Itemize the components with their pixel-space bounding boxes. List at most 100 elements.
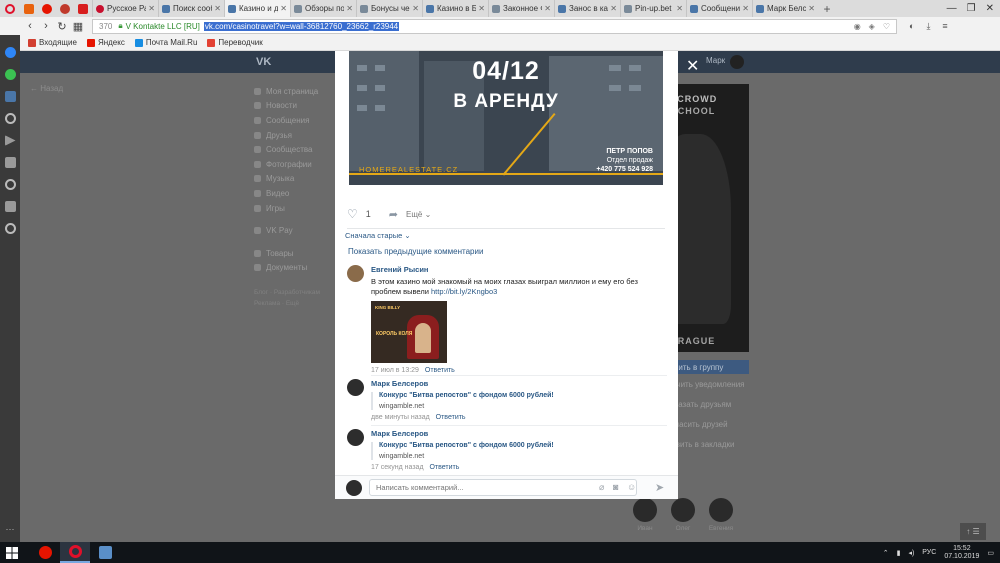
menu-icon[interactable]: ≡ (942, 21, 947, 32)
bookmark-heart-icon[interactable]: ♡ (883, 22, 890, 31)
url-text[interactable]: vk.com/casinotravel?w=wall-36812760_2366… (203, 21, 400, 31)
header-user-name[interactable]: Марк (706, 56, 725, 65)
bookmark-item[interactable]: Входящие (28, 38, 77, 47)
opera-taskbar-icon[interactable] (60, 542, 90, 563)
comment-time[interactable]: 17 июл в 13:29 (371, 367, 419, 374)
comment-author[interactable]: Марк Белсеров (371, 429, 661, 438)
sidebar-item[interactable]: Игры (254, 201, 320, 216)
close-tab-icon[interactable]: ✕ (148, 4, 155, 13)
close-tab-icon[interactable]: ✕ (808, 4, 815, 13)
back-icon[interactable]: ‹ (22, 20, 38, 32)
sidebar-item[interactable]: VK Pay (254, 223, 320, 238)
avatar[interactable] (347, 379, 364, 396)
input-language[interactable]: РУС (922, 549, 936, 556)
notifications-icon[interactable]: ▭ (987, 549, 994, 557)
sidebar-item[interactable]: Друзья (254, 128, 320, 143)
volume-icon[interactable]: ◂) (908, 549, 914, 557)
messenger-icon[interactable] (4, 47, 16, 58)
show-previous-comments-link[interactable]: Показать предыдущие комментарии (348, 247, 483, 256)
sidebar-item[interactable]: Моя страница (254, 84, 320, 99)
browser-tab[interactable]: Занос в казино✕ (554, 0, 620, 17)
attach-icon[interactable]: ⌀ (599, 482, 604, 493)
close-tab-icon[interactable]: ✕ (412, 4, 419, 13)
snippet-title[interactable]: Конкурс "Битва репостов" с фондом 6000 р… (379, 392, 661, 399)
browser-tab[interactable]: Поиск сообщений✕ (158, 0, 224, 17)
camera-icon[interactable]: ◉ (854, 22, 861, 31)
bookmark-item[interactable]: Почта Mail.Ru (134, 38, 197, 47)
close-window-icon[interactable]: ✕ (986, 3, 994, 14)
speed-dial-icon[interactable] (4, 157, 16, 168)
comment-time[interactable]: две минуты назад (371, 414, 430, 421)
vpn-icon[interactable]: ◐ (909, 21, 914, 32)
avatar[interactable] (347, 429, 364, 446)
opera-menu-icon[interactable] (0, 0, 20, 17)
browser-tab[interactable]: Pin-up.bet Pin-up✕ (620, 0, 686, 17)
comment-author[interactable]: Евгений Рысин (371, 265, 661, 274)
more-icon[interactable]: ··· (6, 524, 15, 534)
browser-tab[interactable]: Русское Радио✕ (92, 0, 158, 17)
news-icon[interactable] (4, 201, 16, 212)
like-icon[interactable]: ♡ (347, 207, 358, 221)
browser-tab[interactable]: Марк Белсеров✕ (752, 0, 818, 17)
bookmark-item[interactable]: Переводчик (207, 38, 263, 47)
sidebar-item[interactable]: Музыка (254, 172, 320, 187)
browser-tab[interactable]: Законное Фото✕ (488, 0, 554, 17)
emoji-icon[interactable]: ☺ (627, 482, 636, 492)
avatar[interactable] (347, 265, 364, 282)
heart-icon[interactable] (4, 179, 16, 190)
sidebar-item[interactable]: Сообщества (254, 142, 320, 157)
comment-link[interactable]: http://bit.ly/2Kngbo3 (431, 287, 497, 296)
back-link[interactable]: ← Назад (30, 84, 63, 93)
yandex-browser-icon[interactable] (30, 542, 60, 563)
sort-comments-dropdown[interactable]: Сначала старые ⌄ (345, 231, 411, 240)
new-tab-button[interactable]: + (818, 2, 836, 16)
snippet-title[interactable]: Конкурс "Битва репостов" с фондом 6000 р… (379, 442, 661, 449)
comment-time[interactable]: 17 секунд назад (371, 464, 424, 471)
pinned-tab-gift[interactable] (56, 0, 74, 17)
comment-image[interactable]: KING BILLY КОРОЛЬ КОЛЯ (371, 301, 447, 363)
repost-snippet[interactable]: Конкурс "Битва репостов" с фондом 6000 р… (371, 392, 661, 410)
sidebar-item[interactable]: Фотографии (254, 157, 320, 172)
close-modal-icon[interactable]: ✕ (686, 59, 699, 75)
friend-item[interactable]: Иван (632, 498, 658, 532)
shield-icon[interactable]: ◈ (869, 22, 875, 31)
friend-item[interactable]: Олег (670, 498, 696, 532)
reload-icon[interactable]: ↻ (54, 20, 70, 33)
close-tab-icon[interactable]: ✕ (346, 4, 353, 13)
browser-tab[interactable]: Сообщения ✕ (686, 0, 752, 17)
vk-icon[interactable] (4, 91, 16, 102)
post-image[interactable]: 04/12 В АРЕНДУ HOMEREALESTATE.CZ ПЕТР ПО… (349, 51, 663, 185)
lock-icon[interactable]: 🔒︎ (118, 21, 122, 31)
send-icon[interactable]: ➤ (655, 481, 664, 494)
close-tab-icon[interactable]: ✕ (610, 4, 617, 13)
sidebar-item[interactable]: Документы (254, 261, 320, 276)
windows-start-icon[interactable] (0, 546, 24, 559)
more-dropdown[interactable]: Ещё ⌄ (406, 210, 431, 219)
minimize-icon[interactable]: — (947, 3, 957, 14)
clock[interactable]: 15:52 07.10.2019 (944, 545, 979, 561)
close-tab-icon[interactable]: ✕ (214, 4, 221, 13)
camera-icon[interactable]: ◙ (613, 482, 618, 492)
sidebar-item[interactable]: Сообщения (254, 113, 320, 128)
comment-input[interactable] (369, 479, 637, 496)
pinned-tab-yandex[interactable] (38, 0, 56, 17)
close-tab-icon[interactable]: ✕ (544, 4, 551, 13)
history-icon[interactable] (4, 223, 16, 234)
footer-link[interactable]: Блог · Разработчикам (254, 287, 320, 298)
browser-tab[interactable]: Обзоры покер-румов✕ (290, 0, 356, 17)
forward-icon[interactable]: › (38, 20, 54, 32)
browser-tab[interactable]: Казино в Беларуси✕ (422, 0, 488, 17)
close-tab-icon[interactable]: ✕ (676, 4, 683, 13)
whatsapp-icon[interactable] (4, 69, 16, 80)
send-icon[interactable] (4, 135, 16, 146)
download-icon[interactable]: ⤓ (926, 21, 930, 32)
browser-tab[interactable]: Бонусы честные✕ (356, 0, 422, 17)
sidebar-item[interactable]: Новости (254, 99, 320, 114)
friend-item[interactable]: Евгения (708, 498, 734, 532)
close-tab-icon[interactable]: ✕ (478, 4, 485, 13)
sidebar-item[interactable]: Товары (254, 246, 320, 261)
browser-tab[interactable]: Казино и джекпот✕ (224, 0, 290, 17)
repost-snippet[interactable]: Конкурс "Битва репостов" с фондом 6000 р… (371, 442, 661, 460)
bookmark-item[interactable]: Яндекс (86, 38, 125, 47)
avatar[interactable] (730, 55, 744, 69)
